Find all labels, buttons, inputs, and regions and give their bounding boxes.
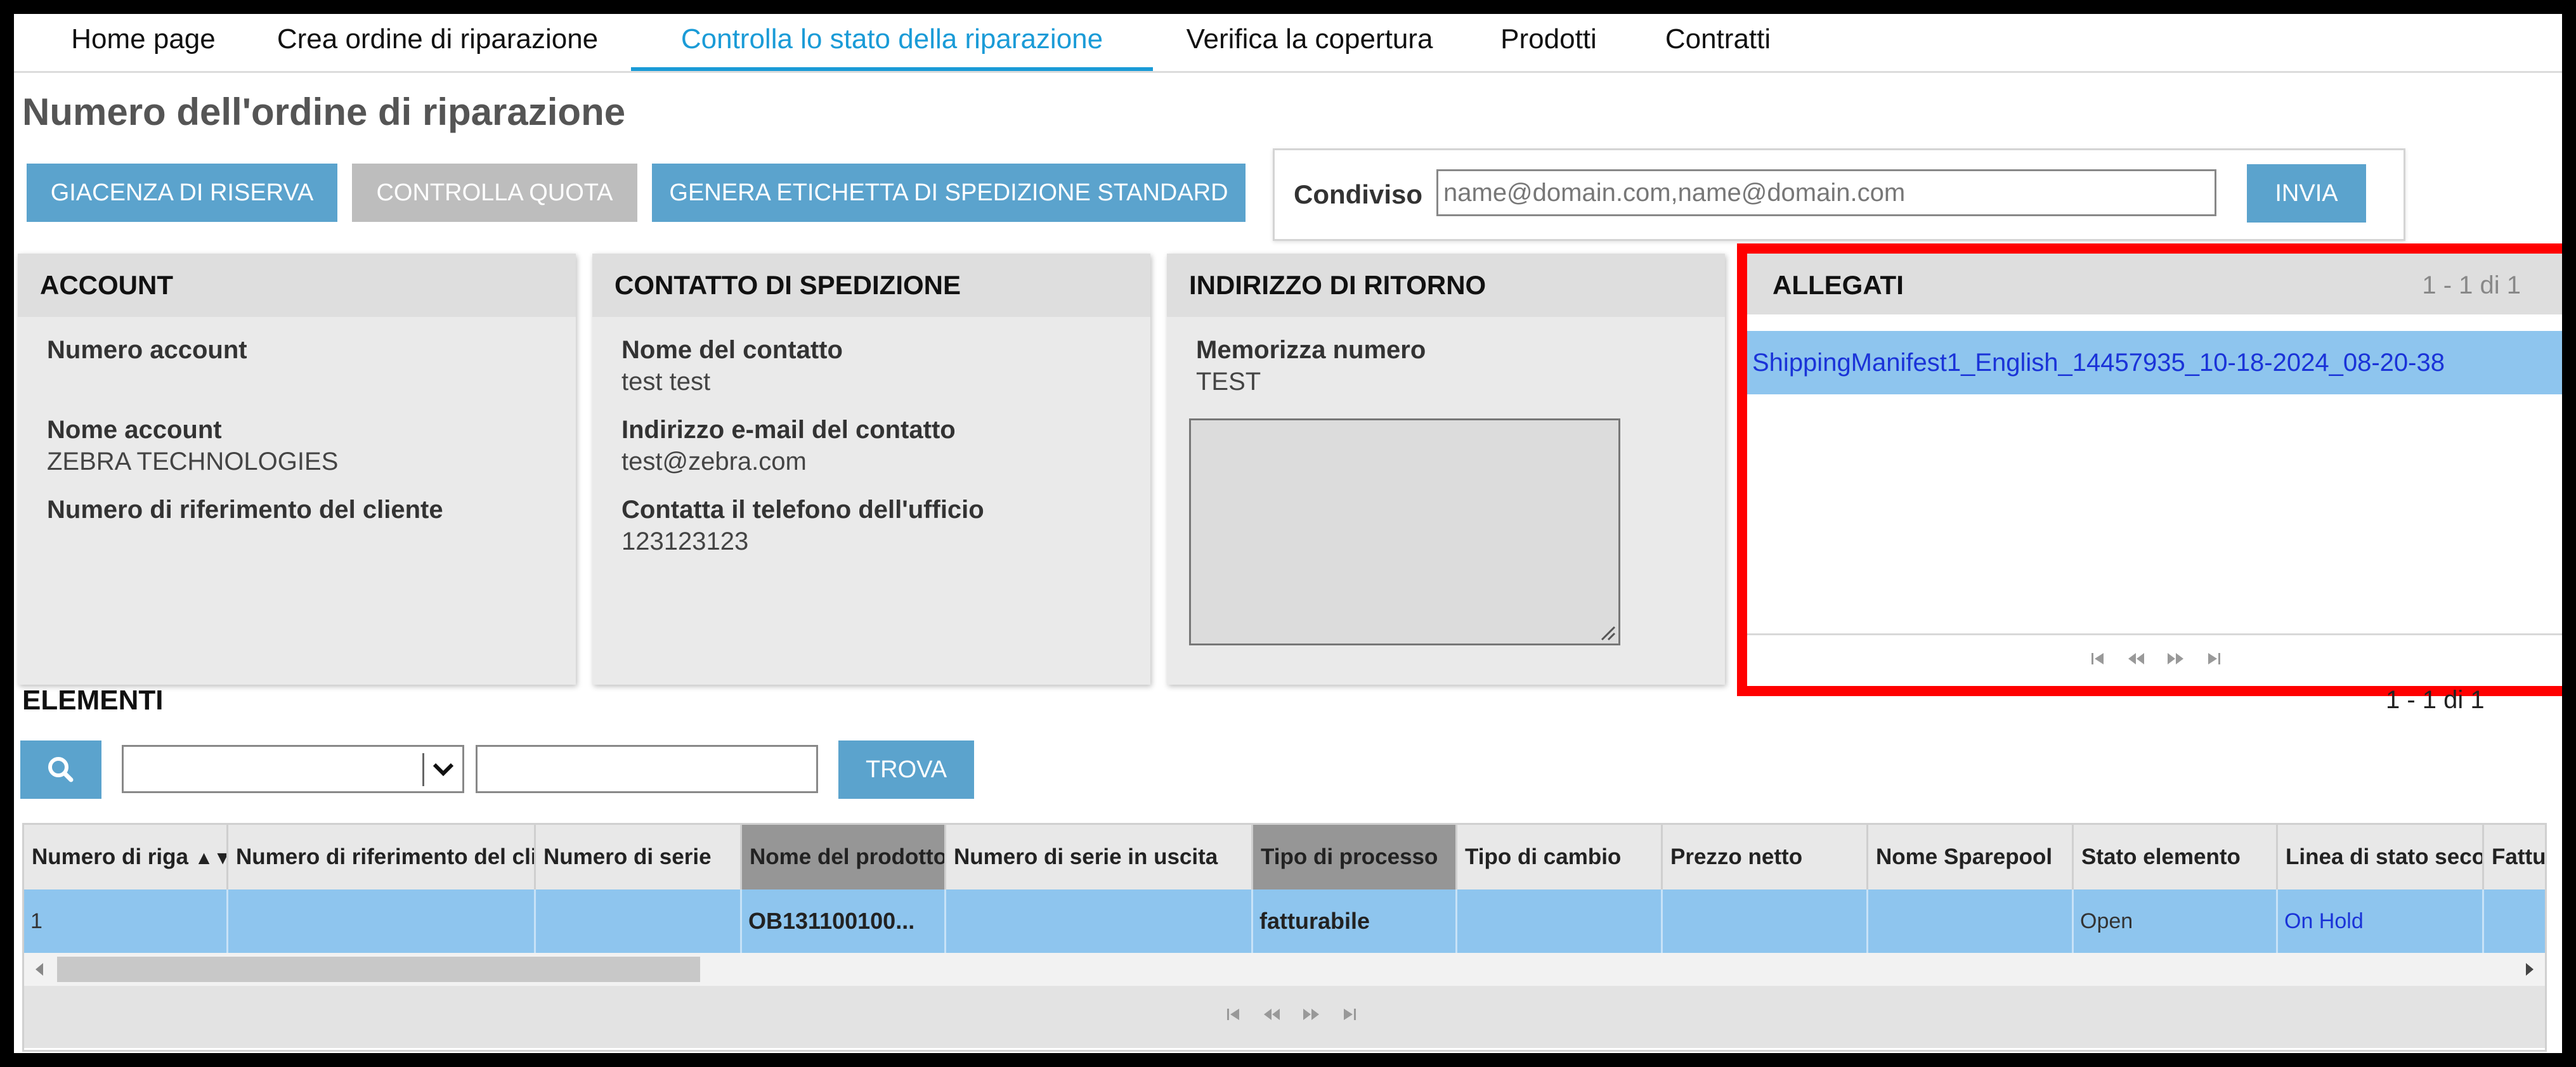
elements-title: ELEMENTI — [22, 685, 164, 716]
cell-outgoing-serial — [946, 889, 1253, 953]
find-button[interactable]: TROVA — [838, 740, 974, 799]
contact-email-value: test@zebra.com — [621, 448, 807, 475]
col-serial-number[interactable]: Numero di serie — [536, 825, 742, 889]
contact-phone-value: 123123123 — [621, 527, 749, 555]
return-address-panel: INDIRIZZO DI RITORNO Memorizza numero TE… — [1167, 254, 1725, 685]
tab-repair-status[interactable]: Controlla lo stato della riparazione — [631, 14, 1153, 71]
search-text-input[interactable] — [476, 745, 818, 793]
return-address-title: INDIRIZZO DI RITORNO — [1167, 254, 1725, 317]
cell-item-status: Open — [2074, 889, 2278, 953]
contact-email-label: Indirizzo e-mail del contatto — [621, 416, 956, 444]
first-page-icon[interactable] — [1225, 1006, 1242, 1026]
col-sparepool-name[interactable]: Nome Sparepool — [1868, 825, 2074, 889]
sort-icon[interactable]: ▲▼ — [195, 848, 226, 869]
col-customer-ref[interactable]: Numero di riferimento del cliente — [228, 825, 536, 889]
tab-contracts[interactable]: Contratti — [1645, 14, 1791, 71]
chevron-down-icon — [433, 763, 454, 777]
store-number-label: Memorizza numero — [1196, 336, 1426, 364]
last-page-icon[interactable] — [2206, 650, 2222, 670]
col-net-price[interactable]: Prezzo netto — [1663, 825, 1868, 889]
cell-product-name: OB131100100... — [742, 889, 946, 953]
customer-ref-label: Numero di riferimento del cliente — [47, 496, 443, 524]
prev-page-icon[interactable] — [1262, 1006, 1281, 1026]
cell-customer-ref — [228, 889, 536, 953]
cell-process-type: fatturabile — [1253, 889, 1457, 953]
attachments-pager-controls — [2081, 650, 2231, 669]
next-page-icon[interactable] — [2166, 650, 2185, 670]
scroll-left-icon[interactable] — [33, 962, 46, 977]
app-frame: Home page Crea ordine di riparazione Con… — [14, 14, 2562, 1053]
attachment-row[interactable]: ShippingManifest1_English_14457935_10-18… — [1747, 331, 2562, 394]
shipping-contact-title: CONTATTO DI SPEDIZIONE — [592, 254, 1150, 317]
grid-header: Numero di riga ▲▼ Numero di riferimento … — [24, 825, 2545, 889]
search-field-select[interactable] — [122, 745, 464, 793]
attachments-pager — [1747, 633, 2562, 686]
tab-home[interactable]: Home page — [55, 14, 232, 71]
search-button[interactable] — [20, 740, 101, 799]
share-email-input[interactable] — [1436, 169, 2216, 216]
cell-serial-number — [536, 889, 742, 953]
col-line-number-label: Numero di riga — [32, 844, 188, 869]
cell-sparepool-name — [1868, 889, 2074, 953]
account-panel: ACCOUNT Numero account Nome account ZEBR… — [18, 254, 576, 685]
contact-name-value: test test — [621, 368, 711, 396]
horizontal-scrollbar[interactable] — [24, 953, 2545, 986]
elements-grid: Numero di riga ▲▼ Numero di riferimento … — [22, 823, 2547, 1052]
cell-line-number: 1 — [24, 889, 228, 953]
share-label: Condiviso — [1294, 179, 1423, 209]
col-outgoing-serial[interactable]: Numero di serie in uscita — [946, 825, 1253, 889]
select-separator — [422, 753, 424, 786]
stock-reserve-button[interactable]: GIACENZA DI RISERVA — [27, 164, 337, 222]
elements-count: 1 - 1 di 1 — [2386, 686, 2485, 714]
prev-page-icon[interactable] — [2126, 650, 2145, 670]
check-quota-button[interactable]: CONTROLLA QUOTA — [352, 164, 637, 222]
generate-shipping-label-button[interactable]: GENERA ETICHETTA DI SPEDIZIONE STANDARD — [652, 164, 1246, 222]
resize-grip-icon[interactable] — [1599, 624, 1616, 641]
share-box: Condiviso INVIA — [1273, 148, 2405, 241]
scrollbar-thumb[interactable] — [57, 957, 700, 982]
col-exchange-type[interactable]: Tipo di cambio — [1457, 825, 1663, 889]
tab-products[interactable]: Prodotti — [1485, 14, 1612, 71]
first-page-icon[interactable] — [2090, 650, 2106, 670]
cell-secondary-status[interactable]: On Hold — [2278, 889, 2484, 953]
search-icon — [48, 757, 74, 782]
account-name-label: Nome account — [47, 416, 222, 444]
page-title: Numero dell'ordine di riparazione — [22, 91, 626, 133]
tab-create-repair-order[interactable]: Crea ordine di riparazione — [260, 14, 615, 71]
table-row[interactable]: 1 OB131100100... fatturabile Open On Hol… — [24, 889, 2545, 953]
grid-pager — [24, 986, 2545, 1048]
col-product-name[interactable]: Nome del prodotto — [742, 825, 946, 889]
attachments-title: ALLEGATI — [1773, 270, 1904, 300]
col-billable[interactable]: Fatturabile — [2484, 825, 2545, 889]
contact-name-label: Nome del contatto — [621, 336, 843, 364]
account-number-label: Numero account — [47, 336, 247, 364]
scroll-right-icon[interactable] — [2523, 962, 2536, 977]
cell-billable — [2484, 889, 2545, 953]
return-address-textarea[interactable] — [1189, 418, 1620, 645]
account-panel-title: ACCOUNT — [18, 254, 576, 317]
tab-coverage[interactable]: Verifica la copertura — [1167, 14, 1452, 71]
cell-exchange-type — [1457, 889, 1663, 953]
col-item-status[interactable]: Stato elemento — [2074, 825, 2278, 889]
account-name-value: ZEBRA TECHNOLOGIES — [47, 448, 339, 475]
store-number-value: TEST — [1196, 368, 1261, 396]
attachment-link[interactable]: ShippingManifest1_English_14457935_10-18… — [1752, 349, 2445, 377]
next-page-icon[interactable] — [1302, 1006, 1321, 1026]
last-page-icon[interactable] — [1341, 1006, 1358, 1026]
col-line-number[interactable]: Numero di riga ▲▼ — [24, 825, 228, 889]
attachments-header: ALLEGATI 1 - 1 di 1 — [1747, 254, 2562, 314]
col-secondary-status[interactable]: Linea di stato secondario — [2278, 825, 2484, 889]
col-process-type[interactable]: Tipo di processo — [1253, 825, 1457, 889]
shipping-contact-panel: CONTATTO DI SPEDIZIONE Nome del contatto… — [592, 254, 1150, 685]
attachments-panel: ALLEGATI 1 - 1 di 1 ShippingManifest1_En… — [1737, 243, 2562, 696]
attachments-count: 1 - 1 di 1 — [2422, 271, 2521, 299]
send-button[interactable]: INVIA — [2247, 164, 2366, 223]
cell-net-price — [1663, 889, 1868, 953]
contact-phone-label: Contatta il telefono dell'ufficio — [621, 496, 984, 524]
top-nav: Home page Crea ordine di riparazione Con… — [14, 14, 2562, 73]
grid-pager-controls — [1216, 1006, 1367, 1025]
